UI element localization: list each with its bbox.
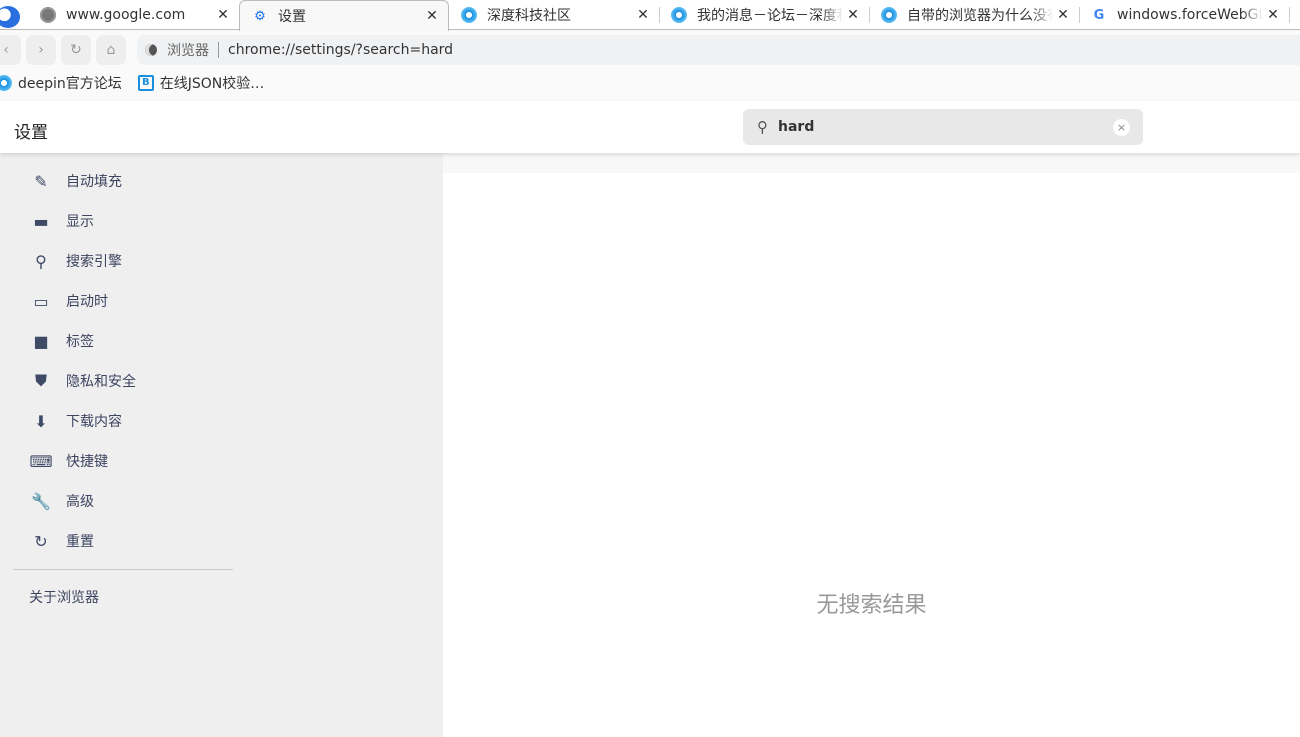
search-icon: ⚲ xyxy=(757,118,768,136)
sidebar-item-shortcuts[interactable]: ⌨ 快捷键 xyxy=(0,441,250,481)
settings-search[interactable]: ⚲ × xyxy=(743,109,1143,145)
pencil-icon: ✎ xyxy=(34,171,48,191)
shield-icon: ⛊ xyxy=(34,371,47,390)
tab-strip: www.google.com ✕ ⚙ 设置 ✕ 深度科技社区 ✕ 我的消息－论坛－深度科… xyxy=(0,0,1300,31)
no-results-message: 无搜索结果 xyxy=(816,593,927,618)
tab-title: 设置 xyxy=(278,9,306,25)
tab-deepin-community[interactable]: 深度科技社区 ✕ xyxy=(449,0,659,30)
tab-my-messages[interactable]: 我的消息－论坛－深度科 ✕ xyxy=(659,0,869,30)
tab-close-button[interactable]: ✕ xyxy=(843,7,863,23)
clear-search-button[interactable]: × xyxy=(1113,118,1130,136)
tab-title: windows.forceWebGL xyxy=(1117,7,1263,23)
bookmark-json-validator[interactable]: B 在线JSON校验… xyxy=(137,73,265,93)
tab-close-button[interactable]: ✕ xyxy=(1053,7,1073,23)
toolbar: ‹ › ↻ ⌂ 浏览器 chrome://settings/?search=ha… xyxy=(0,31,1300,66)
tab-title: 深度科技社区 xyxy=(487,8,571,24)
monitor-icon: ▬ xyxy=(33,211,49,231)
sidebar-item-search-engine[interactable]: ⚲ 搜索引擎 xyxy=(0,241,250,281)
tab-webgl[interactable]: Gwindows.forceWebGL ✕ xyxy=(1079,0,1289,30)
sidebar-item-appearance[interactable]: ▬ 显示 xyxy=(0,201,250,241)
deepin-icon xyxy=(671,7,687,23)
tab-close-button[interactable]: ✕ xyxy=(633,7,653,23)
deepin-icon xyxy=(881,7,897,23)
gear-icon: ⚙ xyxy=(254,8,266,24)
sidebar-item-on-startup[interactable]: ▭ 启动时 xyxy=(0,281,250,321)
sidebar-item-label: 显示 xyxy=(66,214,94,230)
sidebar-item-label: 快捷键 xyxy=(66,454,108,470)
sidebar-item-advanced[interactable]: 🔧 高级 xyxy=(0,481,250,521)
browser-logo-icon[interactable] xyxy=(0,6,20,28)
google-icon: G xyxy=(1093,7,1105,23)
settings-header: 设置 ⚲ × xyxy=(0,101,1300,153)
sidebar-item-autofill[interactable]: ✎ 自动填充 xyxy=(0,161,250,201)
page-title: 设置 xyxy=(14,123,48,143)
bookmark-label: deepin官方论坛 xyxy=(18,76,122,92)
tab-google[interactable]: www.google.com ✕ xyxy=(28,0,239,30)
search-input[interactable] xyxy=(778,119,1113,135)
back-button[interactable]: ‹ xyxy=(0,35,21,65)
tab-title: www.google.com xyxy=(66,7,186,23)
home-button[interactable]: ⌂ xyxy=(96,35,126,65)
download-icon: ⬇ xyxy=(34,411,48,431)
site-label: 浏览器 xyxy=(167,43,209,59)
folder-icon: ■ xyxy=(33,331,49,351)
sidebar-item-downloads[interactable]: ⬇ 下载内容 xyxy=(0,401,250,441)
tab-close-button[interactable]: ✕ xyxy=(1263,7,1283,23)
keyboard-icon: ⌨ xyxy=(29,451,53,471)
sidebar-item-tabs[interactable]: ■ 标签 xyxy=(0,321,250,361)
forward-button[interactable]: › xyxy=(26,35,56,65)
settings-main: 无搜索结果 xyxy=(443,173,1300,737)
deepin-icon xyxy=(461,7,477,23)
sidebar: ✎ 自动填充 ▬ 显示 ⚲ 搜索引擎 ▭ 启动时 ■ 标签 ⛊ 隐私和安全 ⬇ 下载内容 ⌨ 快… xyxy=(0,153,443,737)
url-text[interactable]: chrome://settings/?search=hard xyxy=(228,42,453,58)
tab-title: 自带的浏览器为什么没有 xyxy=(907,8,1053,24)
sidebar-item-privacy[interactable]: ⛊ 隐私和安全 xyxy=(0,361,250,401)
bookmark-deepin-forum[interactable]: deepin官方论坛 xyxy=(0,73,122,93)
bookmark-label: 在线JSON校验… xyxy=(159,76,265,92)
tab-close-button[interactable]: ✕ xyxy=(213,7,233,23)
window-icon: ▭ xyxy=(33,291,49,311)
search-icon: ⚲ xyxy=(35,251,47,271)
reload-button[interactable]: ↻ xyxy=(61,35,91,65)
sidebar-item-label: 下载内容 xyxy=(66,414,122,430)
sidebar-item-label: 自动填充 xyxy=(66,174,122,190)
sidebar-item-label: 隐私和安全 xyxy=(66,374,136,390)
sidebar-divider xyxy=(13,569,233,570)
sidebar-item-label: 高级 xyxy=(66,494,94,510)
tab-separator xyxy=(1289,7,1290,23)
divider xyxy=(218,42,219,58)
sidebar-item-label: 标签 xyxy=(66,334,94,350)
bejson-icon: B xyxy=(137,75,154,91)
bookmarks-bar: deepin官方论坛 B 在线JSON校验… xyxy=(0,66,1300,100)
sidebar-item-about[interactable]: 关于浏览器 xyxy=(29,587,99,607)
globe-icon xyxy=(40,7,56,23)
address-bar[interactable]: 浏览器 chrome://settings/?search=hard xyxy=(137,35,1300,65)
tab-title: 我的消息－论坛－深度科 xyxy=(697,8,843,24)
sidebar-item-reset[interactable]: ↻ 重置 xyxy=(0,521,250,561)
sidebar-item-label: 搜索引擎 xyxy=(66,254,122,270)
wrench-icon: 🔧 xyxy=(31,491,51,511)
sidebar-item-label: 重置 xyxy=(66,534,94,550)
tab-settings[interactable]: ⚙ 设置 ✕ xyxy=(239,0,449,31)
site-info-icon[interactable] xyxy=(145,44,157,56)
sidebar-item-label: 启动时 xyxy=(66,294,108,310)
reset-icon: ↻ xyxy=(34,531,48,551)
tab-close-button[interactable]: ✕ xyxy=(422,8,442,24)
deepin-icon xyxy=(0,75,12,91)
tab-browser-question[interactable]: 自带的浏览器为什么没有 ✕ xyxy=(869,0,1079,30)
